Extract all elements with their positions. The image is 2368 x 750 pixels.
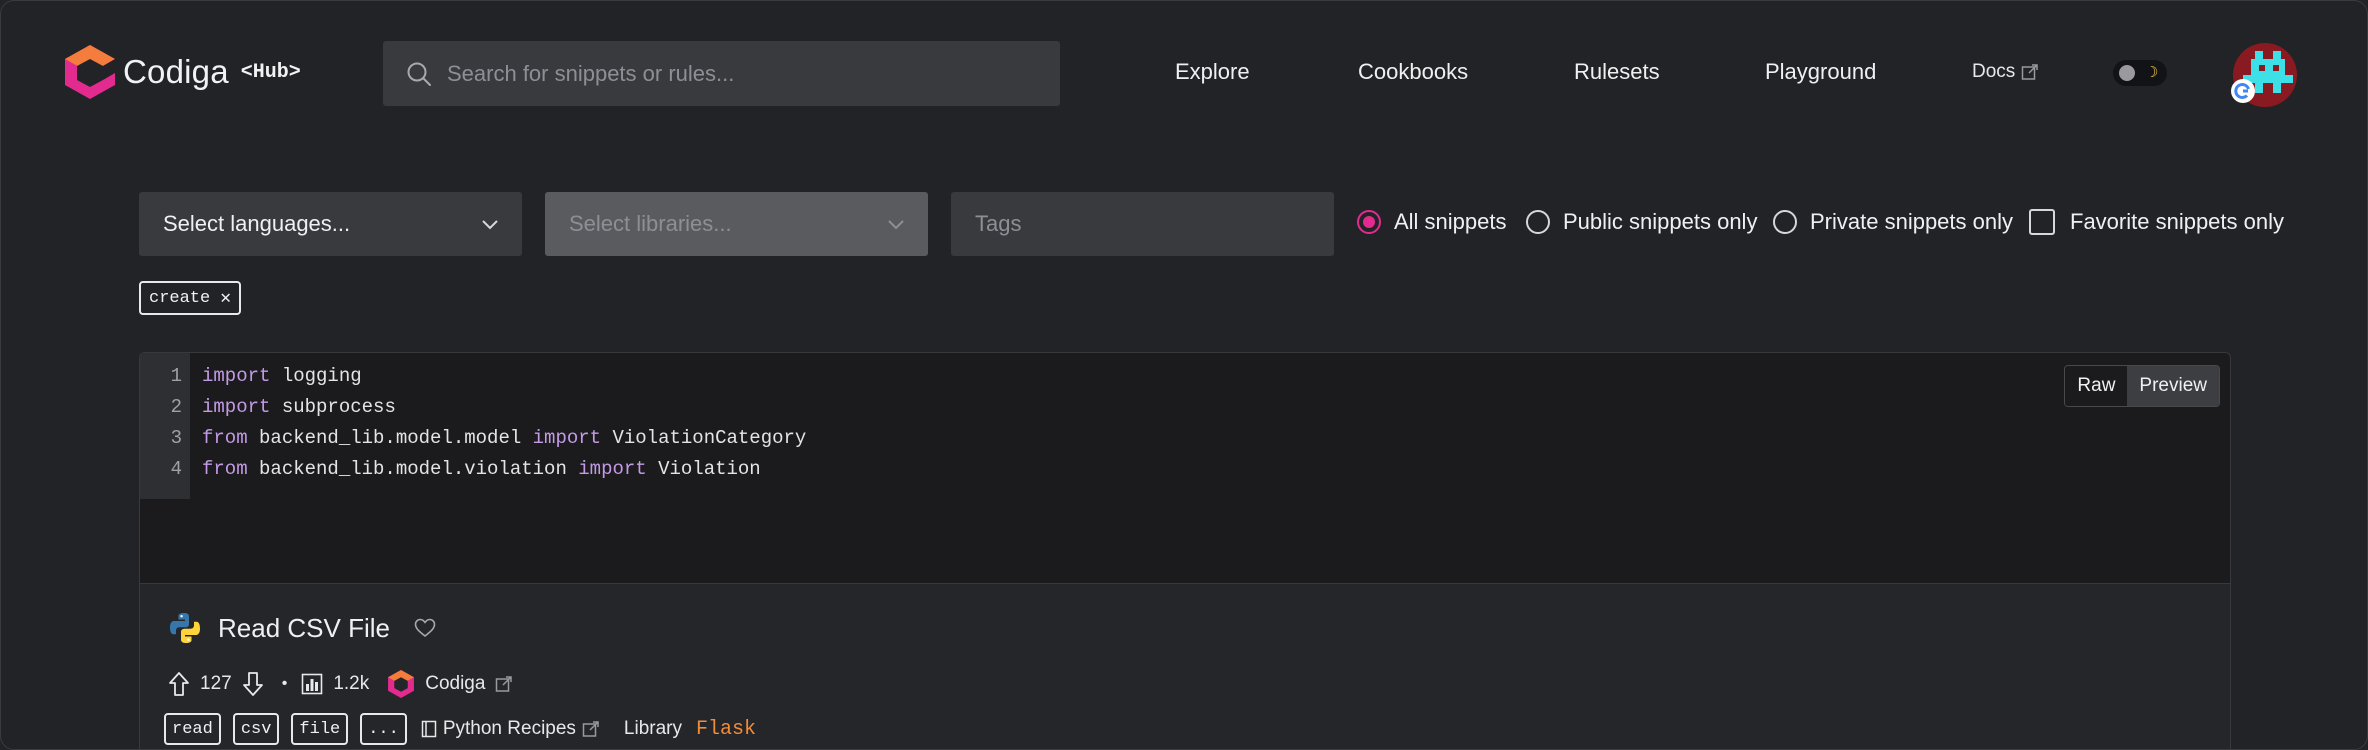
radio-label: All snippets xyxy=(1394,209,1507,234)
tag-file[interactable]: file xyxy=(291,713,349,745)
code-keyword: import xyxy=(202,365,271,387)
nav-playground[interactable]: Playground xyxy=(1765,59,1876,85)
toggle-knob xyxy=(2119,65,2135,81)
book-icon xyxy=(421,720,437,738)
python-icon xyxy=(170,613,200,643)
nav-cookbooks[interactable]: Cookbooks xyxy=(1358,59,1468,85)
language-select[interactable]: Select languages... xyxy=(139,192,522,256)
chevron-down-icon xyxy=(888,220,904,230)
nav-rulesets[interactable]: Rulesets xyxy=(1574,59,1660,85)
search-box[interactable] xyxy=(383,41,1060,106)
code-keyword: from xyxy=(202,427,248,449)
radio-label: Public snippets only xyxy=(1563,209,1758,234)
code-line: from backend_lib.model.model import Viol… xyxy=(202,427,806,449)
snippet-header: Read CSV File xyxy=(168,611,436,645)
library-select[interactable]: Select libraries... xyxy=(545,192,928,256)
upvote-icon[interactable] xyxy=(168,671,190,697)
moon-icon: ☽ xyxy=(2145,64,2159,81)
view-count: 1.2k xyxy=(333,673,370,694)
cookbook-link[interactable]: Python Recipes xyxy=(421,718,600,740)
radio-all-snippets[interactable]: All snippets xyxy=(1357,209,1507,235)
code-line: import subprocess xyxy=(202,396,396,418)
active-tag-label: create xyxy=(149,288,211,308)
code-keyword: from xyxy=(202,458,248,480)
brand-name: Codiga xyxy=(123,53,229,90)
line-number: 2 xyxy=(170,396,182,418)
view-toggle: Raw Preview xyxy=(2064,365,2220,407)
heart-icon[interactable] xyxy=(414,618,436,638)
user-avatar[interactable] xyxy=(2229,39,2301,111)
raw-button[interactable]: Raw xyxy=(2065,366,2128,406)
codiga-logo-icon xyxy=(65,45,115,99)
code-keyword: import xyxy=(578,458,647,480)
snippet-card: 1 import logging 2 import subprocess 3 from b… xyxy=(139,352,2231,749)
code-text: backend_lib.model.violation xyxy=(247,458,579,480)
nav-explore[interactable]: Explore xyxy=(1175,59,1250,85)
active-tag-chip[interactable]: create ✕ xyxy=(139,281,242,315)
library-name[interactable]: Flask xyxy=(696,718,756,741)
docs-label: Docs xyxy=(1972,61,2016,82)
checkbox-label: Favorite snippets only xyxy=(2070,209,2284,234)
nav-docs[interactable]: Docs xyxy=(1972,61,2039,83)
radio-indicator xyxy=(1357,210,1381,234)
app-window: Codiga <Hub> Explore Cookbooks Rulesets … xyxy=(0,0,2368,750)
code-keyword: import xyxy=(532,427,602,449)
tag-more[interactable]: ... xyxy=(360,713,407,745)
radio-label: Private snippets only xyxy=(1810,209,2013,234)
tag-csv[interactable]: csv xyxy=(232,713,280,745)
favorite-checkbox[interactable]: Favorite snippets only xyxy=(2029,209,2284,235)
snippet-stats: 127 • 1.2k Codiga xyxy=(168,669,523,699)
external-link-icon xyxy=(2022,64,2039,80)
code-text: logging xyxy=(270,365,362,387)
radio-public-snippets[interactable]: Public snippets only xyxy=(1526,209,1757,235)
radio-indicator xyxy=(1773,210,1797,234)
close-icon[interactable]: ✕ xyxy=(220,287,231,309)
line-number: 4 xyxy=(170,458,182,480)
code-text: subprocess xyxy=(270,396,396,418)
search-input[interactable] xyxy=(447,60,1027,87)
top-header: Codiga <Hub> Explore Cookbooks Rulesets … xyxy=(1,1,2367,147)
line-number: 3 xyxy=(170,427,182,449)
theme-toggle[interactable]: ☽ xyxy=(2113,60,2167,86)
library-select-label: Select libraries... xyxy=(569,211,732,236)
tag-read[interactable]: read xyxy=(164,713,221,745)
tags-input[interactable]: Tags xyxy=(951,192,1334,256)
external-link-icon xyxy=(582,721,599,737)
checkbox-indicator xyxy=(2029,209,2055,235)
code-text: backend_lib.model.model xyxy=(247,427,533,449)
code-line: import logging xyxy=(202,365,362,387)
library-label: Library xyxy=(623,718,682,739)
external-link-icon xyxy=(496,676,513,692)
search-icon xyxy=(407,62,431,86)
views-icon xyxy=(302,673,323,695)
code-text: Violation xyxy=(646,458,761,480)
brand-sub: <Hub> xyxy=(240,60,301,84)
preview-button[interactable]: Preview xyxy=(2127,366,2219,406)
separator-dot: • xyxy=(281,675,288,692)
cookbook-name: Python Recipes xyxy=(442,718,576,739)
code-keyword: import xyxy=(202,396,271,418)
owner-logo-icon xyxy=(388,670,415,698)
radio-private-snippets[interactable]: Private snippets only xyxy=(1773,209,2013,235)
snippet-title[interactable]: Read CSV File xyxy=(218,613,390,644)
radio-indicator xyxy=(1526,210,1550,234)
codiga-logo[interactable]: Codiga <Hub> xyxy=(63,43,301,101)
code-line: from backend_lib.model.violation import … xyxy=(202,458,761,480)
chevron-down-icon xyxy=(482,220,498,230)
owner-name[interactable]: Codiga xyxy=(425,673,485,695)
tags-input-placeholder: Tags xyxy=(975,211,1022,236)
code-text: ViolationCategory xyxy=(601,427,807,449)
language-select-label: Select languages... xyxy=(163,211,351,236)
snippet-tags: read csv file ... Python Recipes Library… xyxy=(164,713,756,745)
upvote-count: 127 xyxy=(200,673,232,694)
code-preview: 1 import logging 2 import subprocess 3 from b… xyxy=(140,353,2230,584)
downvote-icon[interactable] xyxy=(242,671,264,697)
line-number: 1 xyxy=(170,365,182,387)
